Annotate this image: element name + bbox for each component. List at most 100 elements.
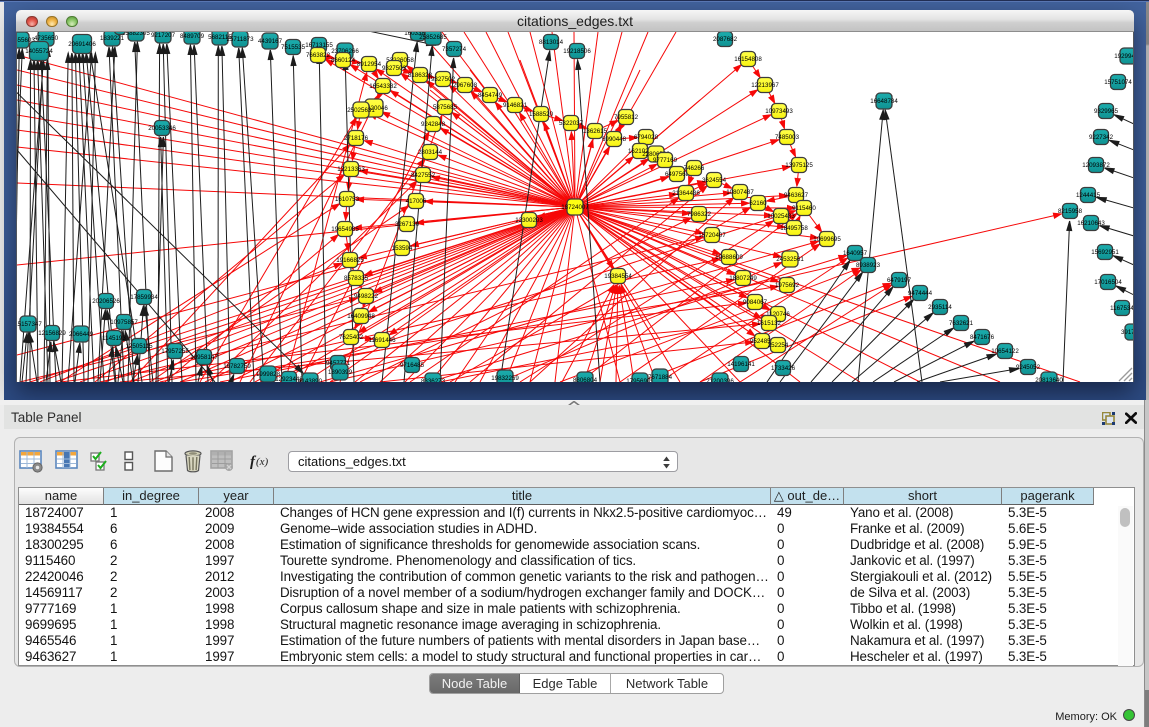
svg-text:10025433: 10025433 — [767, 213, 795, 220]
svg-text:20691406: 20691406 — [68, 41, 96, 48]
svg-text:8938923: 8938923 — [856, 262, 881, 269]
svg-text:19384554: 19384554 — [604, 273, 632, 280]
svg-text:19299464: 19299464 — [1114, 53, 1133, 60]
svg-text:1640957: 1640957 — [843, 250, 868, 257]
svg-text:13975125: 13975125 — [785, 162, 813, 169]
svg-text:8813014: 8813014 — [539, 39, 564, 46]
svg-text:18807249: 18807249 — [729, 275, 757, 282]
svg-text:8215958: 8215958 — [1058, 208, 1083, 215]
svg-text:6990448: 6990448 — [602, 136, 627, 143]
svg-text:21364436: 21364436 — [672, 190, 700, 197]
svg-text:16543382: 16543382 — [369, 83, 397, 90]
svg-text:9217207: 9217207 — [151, 32, 176, 39]
svg-text:7955812: 7955812 — [614, 114, 639, 121]
svg-text:16648784: 16648784 — [870, 98, 898, 105]
svg-text:6794028: 6794028 — [634, 134, 659, 141]
svg-text:8427552: 8427552 — [411, 172, 436, 179]
svg-text:9146821: 9146821 — [503, 102, 528, 109]
svg-text:20206526: 20206526 — [92, 298, 120, 305]
svg-text:8578335: 8578335 — [344, 275, 369, 282]
svg-text:17957255: 17957255 — [161, 348, 189, 355]
svg-text:12300203: 12300203 — [515, 217, 543, 224]
svg-text:16409948: 16409948 — [347, 313, 375, 320]
svg-text:10973493: 10973493 — [765, 108, 793, 115]
svg-text:4143890: 4143890 — [298, 378, 323, 382]
svg-text:12213363: 12213363 — [337, 166, 365, 173]
svg-text:1588520: 1588520 — [529, 111, 554, 118]
svg-text:12505115: 12505115 — [125, 343, 153, 350]
svg-text:7357274: 7357274 — [442, 46, 467, 53]
svg-text:3917183: 3917183 — [1121, 329, 1133, 336]
svg-text:3267130: 3267130 — [395, 221, 420, 228]
svg-text:18724007: 18724007 — [561, 204, 589, 211]
svg-text:20813640: 20813640 — [1035, 377, 1063, 382]
svg-text:9498222: 9498222 — [354, 293, 379, 300]
svg-text:1362615: 1362615 — [583, 128, 608, 135]
svg-text:25025631: 25025631 — [347, 107, 375, 114]
svg-text:252254: 252254 — [768, 342, 789, 349]
svg-text:9327502: 9327502 — [431, 76, 456, 83]
svg-text:15157347: 15157347 — [17, 321, 42, 328]
svg-text:10958147: 10958147 — [190, 354, 218, 361]
svg-text:2087682: 2087682 — [713, 36, 738, 43]
svg-text:9777169: 9777169 — [653, 157, 678, 164]
svg-text:17859934: 17859934 — [130, 294, 158, 301]
svg-text:9329965: 9329965 — [1094, 108, 1119, 115]
svg-text:6497568: 6497568 — [665, 171, 690, 178]
svg-text:24532561: 24532561 — [776, 256, 804, 263]
svg-text:12156829: 12156829 — [38, 330, 66, 337]
svg-text:2718176: 2718176 — [344, 135, 369, 142]
svg-text:(x): (x) — [256, 456, 269, 468]
svg-text:1975692: 1975692 — [775, 282, 800, 289]
svg-text:10807487: 10807487 — [726, 189, 754, 196]
svg-text:746266: 746266 — [684, 165, 705, 172]
svg-text:8912954: 8912954 — [357, 61, 382, 68]
svg-text:11691446: 11691446 — [368, 337, 396, 344]
svg-text:8471676: 8471676 — [970, 334, 995, 341]
svg-text:20053346: 20053346 — [148, 125, 176, 132]
svg-text:1615132: 1615132 — [757, 320, 782, 327]
svg-text:2066449: 2066449 — [69, 331, 94, 338]
svg-text:9227342: 9227342 — [1089, 134, 1114, 141]
svg-text:9716485: 9716485 — [400, 362, 425, 369]
svg-text:7625402: 7625402 — [339, 334, 364, 341]
svg-text:19166825: 19166825 — [336, 257, 364, 264]
svg-text:16210643: 16210643 — [1077, 220, 1105, 227]
svg-text:7663822: 7663822 — [306, 52, 331, 59]
svg-text:18495758: 18495758 — [780, 225, 808, 232]
svg-text:7671884: 7671884 — [648, 374, 673, 381]
svg-text:8489709: 8489709 — [180, 33, 205, 40]
svg-text:14055724: 14055724 — [25, 48, 53, 55]
svg-text:6479197: 6479197 — [887, 277, 912, 284]
svg-text:7986322: 7986322 — [687, 211, 712, 218]
svg-text:19832259: 19832259 — [491, 375, 519, 382]
svg-text:153594: 153594 — [392, 245, 413, 252]
svg-text:21200396: 21200396 — [706, 378, 734, 382]
svg-text:19218506: 19218506 — [563, 48, 591, 55]
svg-text:4439167: 4439167 — [258, 38, 283, 45]
svg-text:15751074: 15751074 — [1104, 79, 1132, 86]
svg-text:7632621: 7632621 — [949, 320, 974, 327]
svg-text:10699695: 10699695 — [813, 236, 841, 243]
svg-text:9115460: 9115460 — [792, 205, 816, 212]
svg-text:5875685: 5875685 — [433, 104, 458, 111]
svg-text:1167534: 1167534 — [1110, 305, 1133, 312]
svg-text:9245052: 9245052 — [1016, 364, 1041, 371]
svg-text:8806804: 8806804 — [573, 377, 598, 382]
svg-text:9474444: 9474444 — [908, 290, 933, 297]
svg-text:7485003: 7485003 — [775, 134, 800, 141]
svg-text:8660124: 8660124 — [331, 57, 356, 64]
svg-text:8336273: 8336273 — [421, 378, 446, 382]
svg-text:5322037: 5322037 — [559, 120, 584, 127]
svg-text:16154808: 16154808 — [734, 56, 762, 63]
svg-text:9463627: 9463627 — [784, 192, 809, 199]
svg-text:25852685: 25852685 — [419, 34, 447, 41]
svg-text:8454749: 8454749 — [478, 92, 503, 99]
svg-text:12093872: 12093872 — [1082, 162, 1110, 169]
svg-text:16782759: 16782759 — [223, 363, 251, 370]
svg-text:10228452: 10228452 — [106, 32, 134, 33]
svg-text:1733426: 1733426 — [771, 365, 796, 372]
svg-text:1145193: 1145193 — [102, 335, 126, 342]
svg-text:7515535: 7515535 — [281, 44, 306, 51]
svg-text:10975857: 10975857 — [110, 319, 138, 326]
